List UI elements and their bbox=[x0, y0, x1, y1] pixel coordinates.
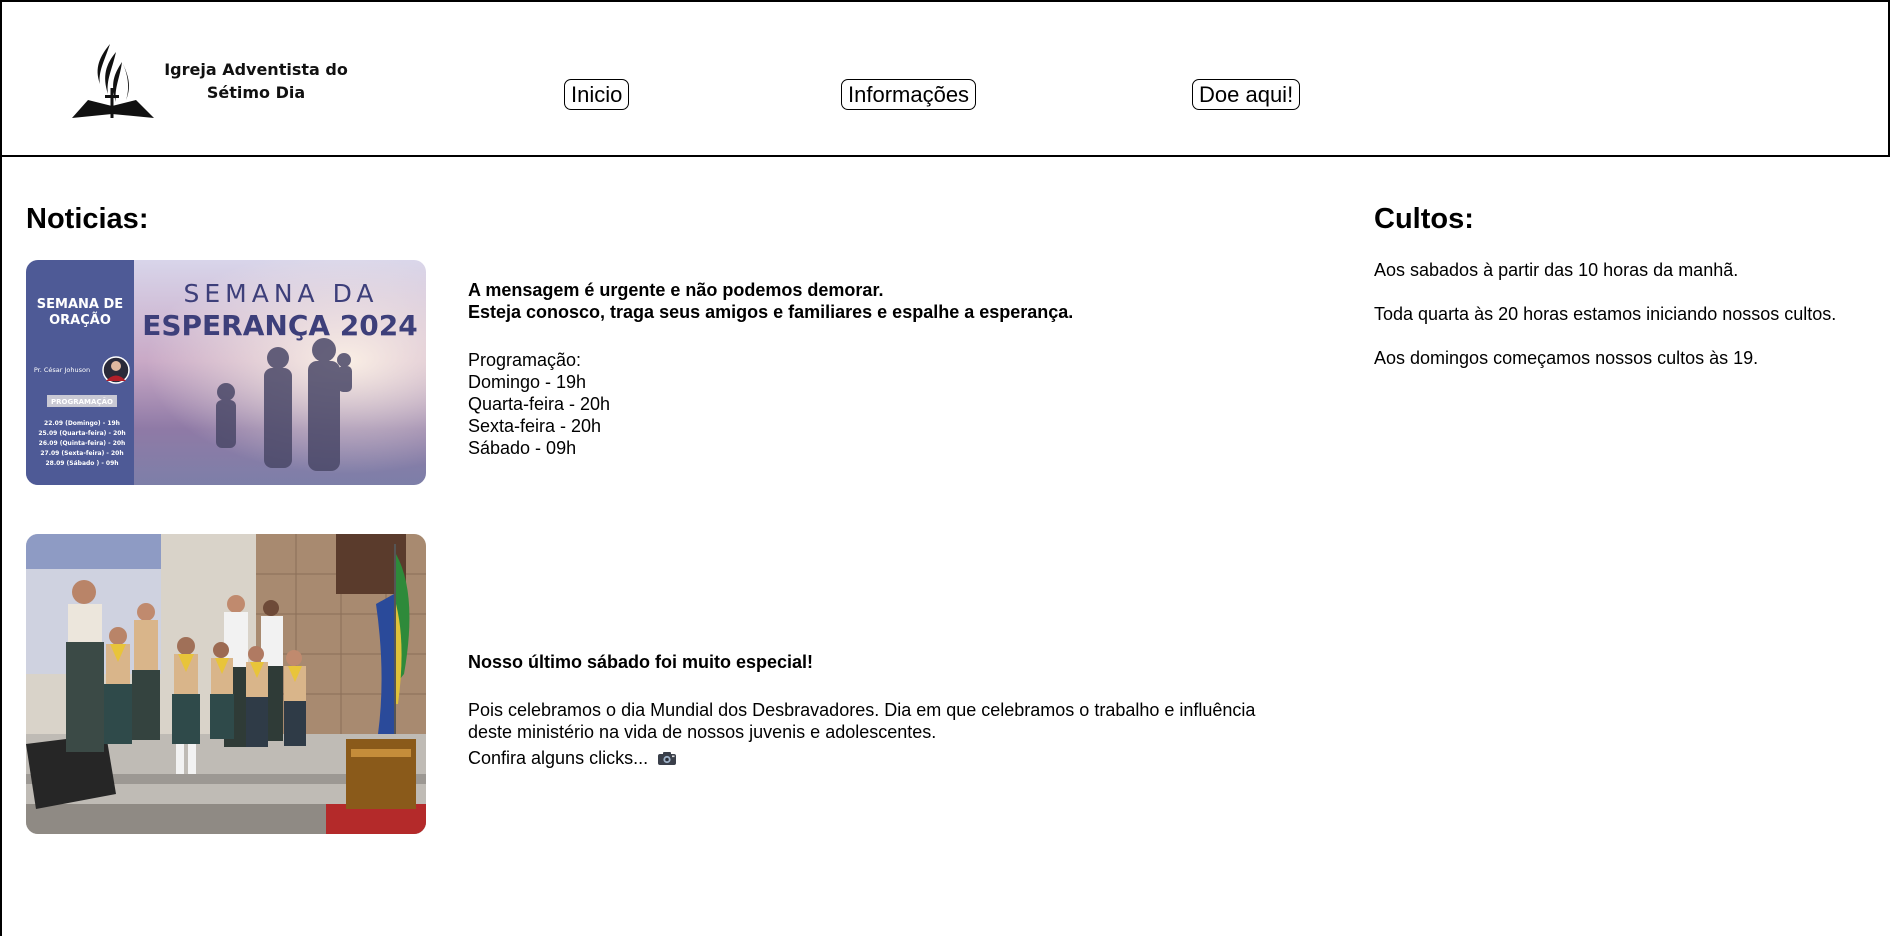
news-1-headline-line-1: A mensagem é urgente e não podemos demor… bbox=[468, 280, 884, 300]
culto-line-quarta: Toda quarta às 20 horas estamos iniciand… bbox=[1374, 304, 1837, 324]
news-2-link-text[interactable]: Confira alguns clicks... bbox=[468, 748, 648, 768]
news-2-body-line-2: deste ministério na vida de nossos juven… bbox=[468, 722, 937, 742]
news-1-image: SEMANA DE ORAÇÃO Pr. César Johuson PROGR… bbox=[26, 260, 426, 485]
news-1-program-line: Sábado - 09h bbox=[468, 438, 577, 458]
culto-line-domingo: Aos domingos começamos nossos cultos às … bbox=[1374, 348, 1759, 368]
poster-schedule-5: 28.09 (Sábado ) - 09h bbox=[45, 460, 118, 467]
camera-icon bbox=[658, 752, 677, 765]
news-2-link-row[interactable]: Confira alguns clicks... bbox=[468, 747, 1328, 769]
nav-inicio-button[interactable]: Inicio bbox=[564, 79, 630, 110]
poster-side-title-2: ORAÇÃO bbox=[49, 312, 111, 328]
poster-main-title-2: ESPERANÇA 2024 bbox=[142, 309, 418, 342]
poster-schedule-1: 22.09 (Domingo) - 19h bbox=[44, 420, 120, 427]
news-1-program-line: Quarta-feira - 20h bbox=[468, 394, 611, 414]
poster-schedule-3: 26.09 (Quinta-feira) - 20h bbox=[39, 440, 126, 447]
news-2-text: Nosso último sábado foi muito especial! … bbox=[468, 651, 1328, 769]
poster-schedule-2: 25.09 (Quarta-feira) - 20h bbox=[38, 430, 125, 437]
poster-side-title-1: SEMANA DE bbox=[37, 297, 123, 312]
nav-doe-button[interactable]: Doe aqui! bbox=[1192, 79, 1301, 110]
news-1-program-line: Domingo - 19h bbox=[468, 372, 587, 392]
nav-informacoes-button[interactable]: Informações bbox=[841, 79, 977, 110]
news-1-program-line: Sexta-feira - 20h bbox=[468, 416, 602, 436]
news-2-image bbox=[26, 534, 426, 834]
news-2-body-line-1: Pois celebramos o dia Mundial dos Desbra… bbox=[468, 700, 1256, 720]
news-1-program-label: Programação: bbox=[468, 350, 582, 370]
brand-line-1: Igreja Adventista do bbox=[164, 60, 348, 79]
noticias-heading: Noticias: bbox=[26, 203, 149, 235]
brand-line-2: Sétimo Dia bbox=[206, 83, 306, 102]
brand-name: Igreja Adventista do Sétimo Dia bbox=[162, 58, 350, 104]
adventist-logo-icon[interactable] bbox=[70, 44, 156, 120]
poster-schedule-4: 27.09 (Sexta-feira) - 20h bbox=[40, 450, 123, 457]
news-2-headline: Nosso último sábado foi muito especial! bbox=[468, 652, 814, 672]
poster-main-title-1: SEMANA DA bbox=[184, 279, 379, 308]
speaker-face bbox=[111, 361, 121, 371]
news-1-headline-line-2: Esteja conosco, traga seus amigos e fami… bbox=[468, 302, 1074, 322]
poster-speaker: Pr. César Johuson bbox=[34, 366, 90, 374]
site-header: Igreja Adventista do Sétimo Dia Inicio I… bbox=[0, 0, 1890, 157]
news-1-text: A mensagem é urgente e não podemos demor… bbox=[468, 279, 1328, 459]
poster-tag: PROGRAMAÇÃO bbox=[51, 397, 113, 406]
culto-line-sabado: Aos sabados à partir das 10 horas da man… bbox=[1374, 260, 1739, 280]
cultos-heading: Cultos: bbox=[1374, 203, 1474, 235]
